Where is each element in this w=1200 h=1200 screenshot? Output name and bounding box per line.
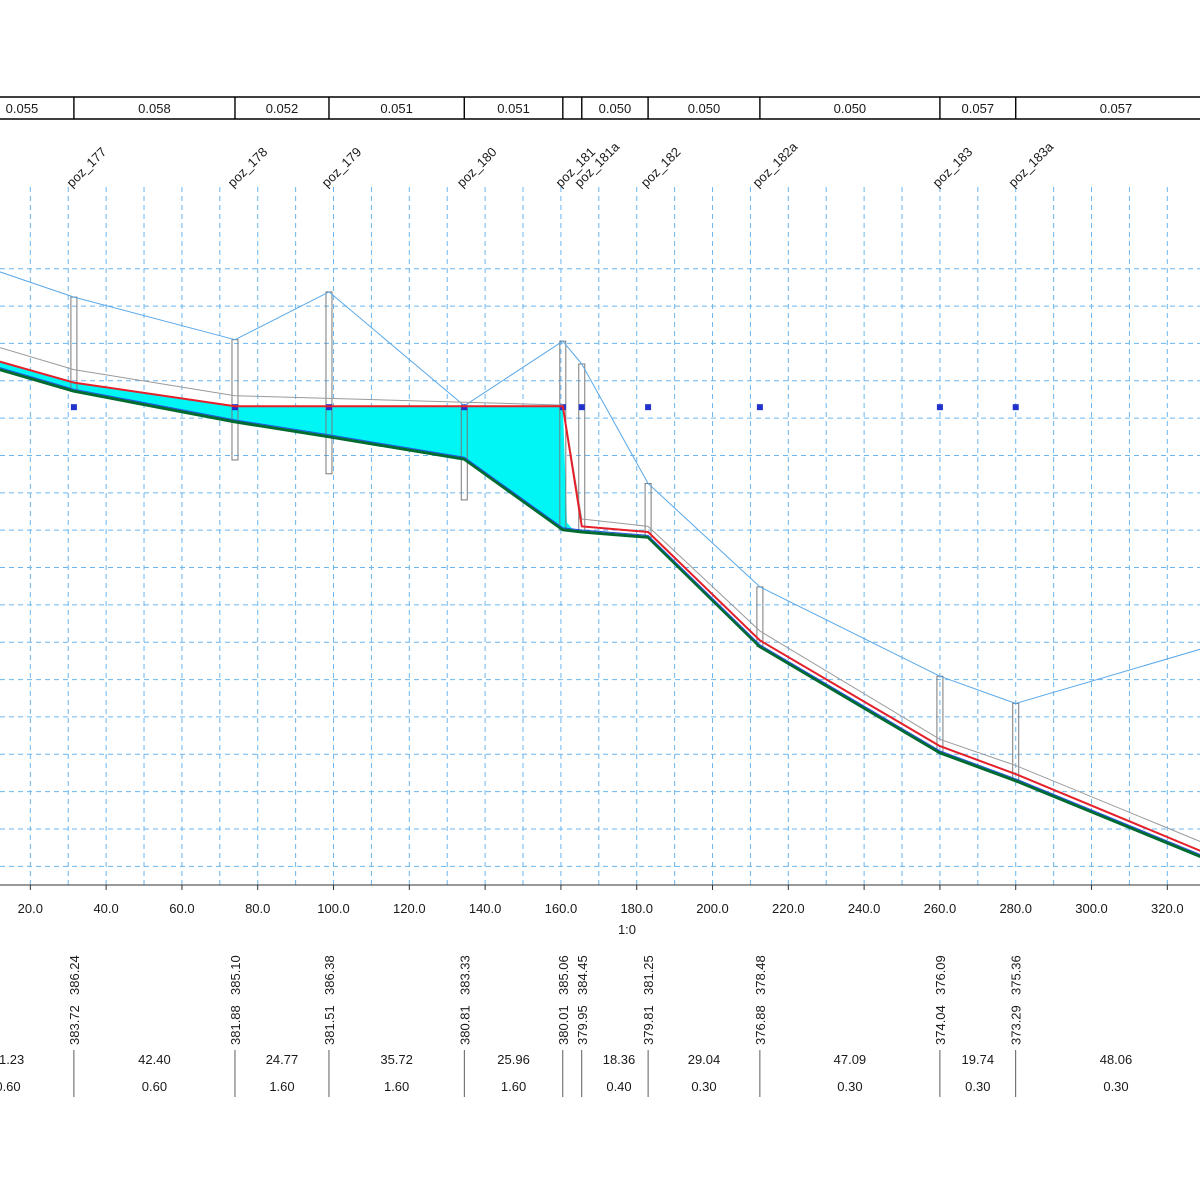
table-cell-row1: 35.72 xyxy=(380,1052,413,1067)
station-post xyxy=(1012,702,1020,782)
roughness-value: 0.050 xyxy=(834,101,867,116)
station-post xyxy=(644,482,652,538)
table-cell-row2: 1.60 xyxy=(384,1079,409,1094)
x-tick-label: 120.0 xyxy=(393,901,426,916)
station-top-elevation: 381.25 xyxy=(641,955,656,995)
table-cell-row1: 25.96 xyxy=(497,1052,530,1067)
table-cell-row2: 0.60 xyxy=(0,1079,21,1094)
roughness-value: 0.050 xyxy=(599,101,632,116)
station-label: poz_182 xyxy=(638,144,684,190)
station-top-elevation: 384.45 xyxy=(575,955,590,995)
station-post xyxy=(325,291,333,475)
series-line xyxy=(0,367,1200,855)
station-label: poz_182a xyxy=(749,139,801,191)
roughness-value: 0.052 xyxy=(266,101,299,116)
table-cell-row2: 0.30 xyxy=(691,1079,716,1094)
table-cell-row1: 29.04 xyxy=(688,1052,721,1067)
x-tick-label: 320.0 xyxy=(1151,901,1184,916)
table-cell-row2: 0.60 xyxy=(142,1079,167,1094)
x-tick-label: 280.0 xyxy=(999,901,1032,916)
station-label: poz_183 xyxy=(929,144,975,190)
roughness-value: 0.050 xyxy=(688,101,721,116)
station-post xyxy=(70,296,78,392)
x-tick-label: 160.0 xyxy=(545,901,578,916)
x-tick-label: 180.0 xyxy=(620,901,653,916)
station-labels: poz_177 poz_178 poz_179 poz_180 poz_181poz_1… xyxy=(63,139,1056,191)
x-tick-label: 60.0 xyxy=(169,901,194,916)
table-cell-row1: 24.77 xyxy=(266,1052,299,1067)
x-tick-label: 80.0 xyxy=(245,901,270,916)
station-top-elevation: 376.09 xyxy=(933,955,948,995)
table-cell-row1: 42.40 xyxy=(138,1052,171,1067)
x-tick-label: 100.0 xyxy=(317,901,350,916)
x-axis-label: 1:0 xyxy=(618,922,636,937)
table-cell-row2: 1.60 xyxy=(269,1079,294,1094)
roughness-value: 0.058 xyxy=(138,101,171,116)
station-bed-elevation: 380.81 xyxy=(457,1005,472,1045)
roughness-value: 0.057 xyxy=(962,101,995,116)
x-tick-label: 40.0 xyxy=(93,901,118,916)
station-label: poz_177 xyxy=(63,144,109,190)
station-top-elevation: 378.48 xyxy=(753,955,768,995)
station-label: poz_183a xyxy=(1005,139,1057,191)
station-marker xyxy=(756,404,763,411)
roughness-value: 0.057 xyxy=(1100,101,1133,116)
table-cell-row1: 48.06 xyxy=(1100,1052,1133,1067)
station-bed-elevation: 374.04 xyxy=(933,1005,948,1045)
longitudinal-profile-chart: 0.055 0.058 0.052 0.051 0.051 0.050 0.050 0.050… xyxy=(0,96,1200,1097)
station-marker xyxy=(70,404,77,411)
x-tick-label: 240.0 xyxy=(848,901,881,916)
series-line xyxy=(0,271,1200,704)
table-cell-row1: 47.09 xyxy=(834,1052,867,1067)
x-axis: 20.0 40.0 60.0 80.0 100.0 120.0 140.0 160.0 180.… xyxy=(0,884,1200,937)
station-top-elevation: 386.24 xyxy=(67,955,82,995)
x-tick-label: 300.0 xyxy=(1075,901,1108,916)
table-cell-row2: 1.60 xyxy=(501,1079,526,1094)
station-bed-elevation: 381.51 xyxy=(322,1005,337,1045)
table-cell-row1: 18.36 xyxy=(603,1052,636,1067)
station-posts xyxy=(70,291,1020,782)
station-bed-elevation: 379.81 xyxy=(641,1005,656,1045)
station-bed-elevation: 376.88 xyxy=(753,1005,768,1045)
x-tick-label: 220.0 xyxy=(772,901,805,916)
station-top-elevation: 375.36 xyxy=(1009,955,1024,995)
station-top-elevation: 386.38 xyxy=(322,955,337,995)
station-top-elevation: 385.10 xyxy=(228,955,243,995)
table-cell-row2: 0.40 xyxy=(606,1079,631,1094)
roughness-value: 0.051 xyxy=(380,101,413,116)
station-label: poz_180 xyxy=(454,144,500,190)
station-marker xyxy=(936,404,943,411)
x-tick-label: 200.0 xyxy=(696,901,729,916)
table-cell-row1: 81.23 xyxy=(0,1052,24,1067)
station-marker xyxy=(578,404,585,411)
table-cell-row2: 0.30 xyxy=(965,1079,990,1094)
station-marker xyxy=(1012,404,1019,411)
table-cell-row2: 0.30 xyxy=(837,1079,862,1094)
station-post xyxy=(936,675,944,754)
station-bed-elevation: 379.95 xyxy=(575,1005,590,1045)
x-tick-label: 260.0 xyxy=(924,901,957,916)
x-tick-label: 20.0 xyxy=(18,901,43,916)
station-top-elevation: 385.06 xyxy=(556,955,571,995)
station-label: poz_178 xyxy=(224,144,270,190)
roughness-value: 0.051 xyxy=(497,101,530,116)
station-bed-elevation: 380.01 xyxy=(556,1005,571,1045)
station-bed-elevation: 383.72 xyxy=(67,1005,82,1045)
table-cell-row1: 19.74 xyxy=(962,1052,995,1067)
top-band: 0.055 0.058 0.052 0.051 0.051 0.050 0.050 0.050… xyxy=(0,96,1200,120)
station-post xyxy=(231,339,239,461)
station-bed-elevation: 373.29 xyxy=(1009,1005,1024,1045)
bottom-table: 383.72 386.24 381.88 385.10 381.51 386.38 380.… xyxy=(0,955,1132,1097)
table-cell-row2: 0.30 xyxy=(1103,1079,1128,1094)
roughness-value: 0.055 xyxy=(6,101,39,116)
station-marker xyxy=(645,404,652,411)
series-lines xyxy=(0,271,1200,858)
station-top-elevation: 383.33 xyxy=(457,955,472,995)
x-tick-label: 140.0 xyxy=(469,901,502,916)
series-line xyxy=(0,368,1200,858)
station-bed-elevation: 381.88 xyxy=(228,1005,243,1045)
station-label: poz_179 xyxy=(318,144,364,190)
